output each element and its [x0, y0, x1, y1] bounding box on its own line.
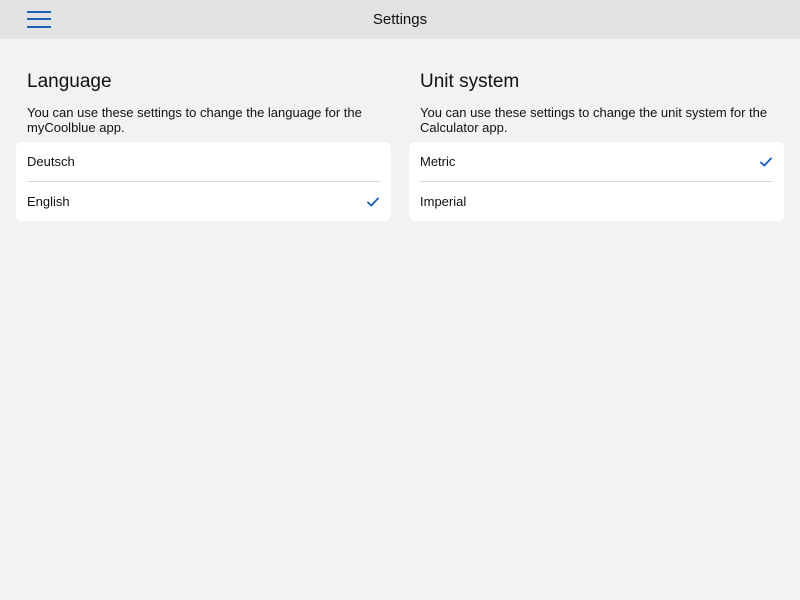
option-label: Deutsch: [27, 154, 75, 169]
checkmark-icon: [760, 142, 772, 181]
language-section: Language You can use these settings to c…: [16, 71, 391, 221]
language-options-card: Deutsch English: [16, 142, 391, 221]
checkmark-icon: [367, 182, 379, 221]
unit-system-heading: Unit system: [420, 71, 520, 92]
option-label: English: [27, 194, 70, 209]
option-label: Imperial: [420, 194, 467, 209]
unit-system-section: Unit system You can use these settings t…: [409, 71, 784, 221]
unit-system-options-card: Metric Imperial: [409, 142, 784, 221]
unit-option-imperial[interactable]: Imperial: [409, 182, 784, 221]
language-description: You can use these settings to change the…: [27, 105, 362, 135]
language-option-deutsch[interactable]: Deutsch: [16, 142, 391, 181]
unit-option-metric[interactable]: Metric: [409, 142, 784, 181]
language-option-english[interactable]: English: [16, 182, 391, 221]
unit-system-description: You can use these settings to change the…: [420, 105, 768, 135]
top-bar: Settings: [0, 0, 800, 39]
page-title: Settings: [372, 11, 428, 28]
hamburger-menu-icon: [27, 11, 51, 28]
menu-button[interactable]: [20, 5, 58, 34]
option-label: Metric: [420, 154, 456, 169]
language-heading: Language: [27, 71, 112, 92]
